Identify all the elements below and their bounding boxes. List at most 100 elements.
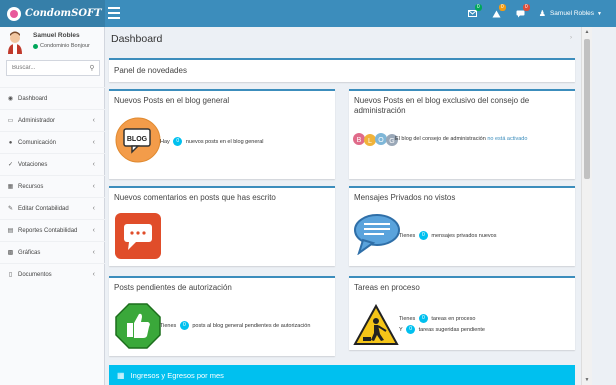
messages-count-badge: 0 bbox=[474, 4, 482, 11]
blog-letters-icon: B L O G bbox=[353, 133, 398, 146]
income-expenses-title: Ingresos y Egresos por mes bbox=[130, 370, 224, 380]
pending-posts-text: Tienes 0 posts al blog general pendiente… bbox=[160, 321, 310, 330]
blog-count-badge: 0 bbox=[173, 137, 183, 146]
page-title: Dashboard bbox=[111, 33, 163, 45]
sidebar-item-label: Reportes Contabilidad bbox=[18, 227, 78, 234]
comments-title: Nuevos comentarios en posts que has escr… bbox=[114, 193, 276, 202]
chevron-left-icon: ‹ bbox=[92, 205, 95, 212]
scroll-up-arrow-icon[interactable]: ▲ bbox=[582, 27, 592, 37]
messages-post-text: mensajes privados nuevos bbox=[431, 232, 497, 239]
folder-icon: ▯ bbox=[8, 272, 13, 278]
navbar-right: 0 0 0 ♟ Samuel Robles ▼ bbox=[461, 0, 616, 27]
comments-box: Nuevos comentarios en posts que has escr… bbox=[109, 186, 335, 266]
sidebar-item-votaciones[interactable]: ✓ Votaciones ‹ bbox=[0, 153, 105, 175]
comments-icon: ● bbox=[8, 139, 13, 146]
svg-text:G: G bbox=[389, 138, 394, 145]
alerts-count-badge: 0 bbox=[498, 4, 506, 11]
user-menu-name: Samuel Robles bbox=[549, 10, 595, 17]
messages-pre-text: Tienes bbox=[399, 232, 416, 239]
app-logo[interactable]: CondomSOFT bbox=[0, 0, 105, 27]
caret-down-icon: ▼ bbox=[597, 10, 602, 17]
sidebar-item-reportes-contabilidad[interactable]: ▤ Reportes Contabilidad ‹ bbox=[0, 219, 105, 241]
grid-icon: ▦ bbox=[117, 370, 125, 380]
chevron-left-icon: ‹ bbox=[92, 139, 95, 146]
avatar bbox=[8, 31, 22, 54]
messages-nav-button[interactable]: 0 bbox=[461, 0, 485, 27]
chevron-left-icon: ‹ bbox=[92, 249, 95, 256]
sidebar-item-editar-contabilidad[interactable]: ✎ Editar Contabilidad ‹ bbox=[0, 197, 105, 219]
thumbs-up-icon bbox=[115, 303, 161, 349]
sidebar-toggle-button[interactable] bbox=[108, 7, 120, 19]
calendar-icon: ▦ bbox=[7, 184, 14, 190]
income-expenses-bar[interactable]: ▦ Ingresos y Egresos por mes bbox=[109, 365, 575, 385]
sidebar-item-label: Comunicación bbox=[18, 139, 57, 146]
pending-posts-title: Posts pendientes de autorización bbox=[114, 283, 232, 292]
sidebar-item-comunicacion[interactable]: ● Comunicación ‹ bbox=[0, 131, 105, 153]
blog-general-box: Nuevos Posts en el blog general BLOG Hay… bbox=[109, 89, 335, 179]
chart-icon: ▩ bbox=[7, 250, 14, 256]
blog-consejo-desc: El blog del consejo de administración bbox=[395, 136, 486, 142]
blog-pre-text: Hay bbox=[160, 138, 170, 145]
tasks-box: Tareas en proceso Tienes 0 tareas en pro… bbox=[349, 276, 575, 350]
user-icon: ♟ bbox=[538, 9, 546, 18]
sidebar-item-graficas[interactable]: ▩ Gráficas ‹ bbox=[0, 241, 105, 263]
blog-icon: BLOG bbox=[115, 117, 161, 163]
sidebar-item-documentos[interactable]: ▯ Documentos ‹ bbox=[0, 263, 105, 285]
logo-text: CondomSOFT bbox=[25, 8, 102, 19]
dashboard-icon: ◉ bbox=[7, 96, 14, 102]
tasks-line1-post: tareas en proceso bbox=[431, 315, 476, 322]
search-input[interactable] bbox=[7, 65, 85, 71]
alerts-nav-button[interactable]: 0 bbox=[485, 0, 509, 27]
sidebar-item-label: Documentos bbox=[18, 271, 52, 278]
chat-bubble-icon bbox=[115, 213, 161, 259]
blog-consejo-status-link[interactable]: no está activado bbox=[487, 136, 527, 142]
sidebar-item-dashboard[interactable]: ◉ Dashboard bbox=[0, 87, 105, 109]
chevron-left-icon: ‹ bbox=[92, 227, 95, 234]
sidebar-user-condo: Condominio Bonjour bbox=[33, 43, 90, 49]
sidebar-item-label: Recursos bbox=[18, 183, 44, 190]
scroll-down-arrow-icon[interactable]: ▼ bbox=[582, 375, 592, 385]
sidebar-search: ⚲ bbox=[6, 60, 100, 76]
sidebar-item-administrador[interactable]: ▭ Administrador ‹ bbox=[0, 109, 105, 131]
scrollbar-thumb[interactable] bbox=[584, 39, 590, 179]
search-icon[interactable]: ⚲ bbox=[85, 64, 99, 72]
blog-consejo-box: Nuevos Posts en el blog exclusivo del co… bbox=[349, 89, 575, 179]
blog-consejo-text: El blog del consejo de administración no… bbox=[395, 136, 527, 142]
sidebar-item-label: Editar Contabilidad bbox=[18, 205, 69, 212]
sidebar: Samuel Robles Condominio Bonjour ⚲ ◉ Das… bbox=[0, 27, 105, 385]
news-panel-header: Panel de novedades bbox=[109, 58, 575, 82]
tasks-line2-pre: Y bbox=[399, 326, 403, 333]
tasks-line2-post: tareas sugeridas pendiente bbox=[418, 326, 485, 333]
svg-text:BLOG: BLOG bbox=[127, 136, 148, 143]
svg-text:O: O bbox=[378, 137, 384, 144]
news-panel-title: Panel de novedades bbox=[114, 66, 187, 75]
messages-count-badge: 0 bbox=[418, 231, 428, 240]
comments-nav-button[interactable]: 0 bbox=[509, 0, 533, 27]
tasks-line1: Tienes 0 tareas en proceso bbox=[399, 314, 475, 323]
logo-icon bbox=[7, 6, 21, 21]
sidebar-menu: ◉ Dashboard ▭ Administrador ‹ ● Comunica… bbox=[0, 87, 105, 285]
pending-count-badge: 0 bbox=[179, 321, 189, 330]
sidebar-item-label: Administrador bbox=[18, 117, 56, 124]
sidebar-item-label: Gráficas bbox=[18, 249, 41, 256]
chevron-left-icon: ‹ bbox=[92, 183, 95, 190]
blog-post-text: nuevos posts en el blog general bbox=[185, 138, 264, 145]
sidebar-item-recursos[interactable]: ▦ Recursos ‹ bbox=[0, 175, 105, 197]
laptop-icon: ▭ bbox=[7, 118, 14, 124]
speech-bubble-icon bbox=[354, 214, 400, 255]
condo-label: Condominio Bonjour bbox=[40, 43, 90, 49]
blog-general-text: Hay 0 nuevos posts en el blog general bbox=[160, 137, 264, 146]
blog-general-title: Nuevos Posts en el blog general bbox=[114, 96, 230, 105]
online-status-dot bbox=[33, 43, 38, 49]
user-menu-dropdown[interactable]: ♟ Samuel Robles ▼ bbox=[533, 0, 616, 27]
pending-posts-box: Posts pendientes de autorización Tienes … bbox=[109, 276, 335, 356]
tasks-in-progress-badge: 0 bbox=[418, 314, 428, 323]
pencil-icon: ✎ bbox=[7, 206, 14, 212]
page-scrollbar[interactable]: ▲ ▼ bbox=[581, 27, 592, 385]
private-messages-box: Mensajes Privados no vistos Tienes 0 men… bbox=[349, 186, 575, 266]
content-header: Dashboard › bbox=[105, 27, 579, 52]
pending-post-text: posts al blog general pendientes de auto… bbox=[192, 322, 311, 329]
svg-text:B: B bbox=[357, 137, 362, 144]
svg-text:L: L bbox=[368, 138, 372, 145]
private-messages-text: Tienes 0 mensajes privados nuevos bbox=[399, 231, 497, 240]
